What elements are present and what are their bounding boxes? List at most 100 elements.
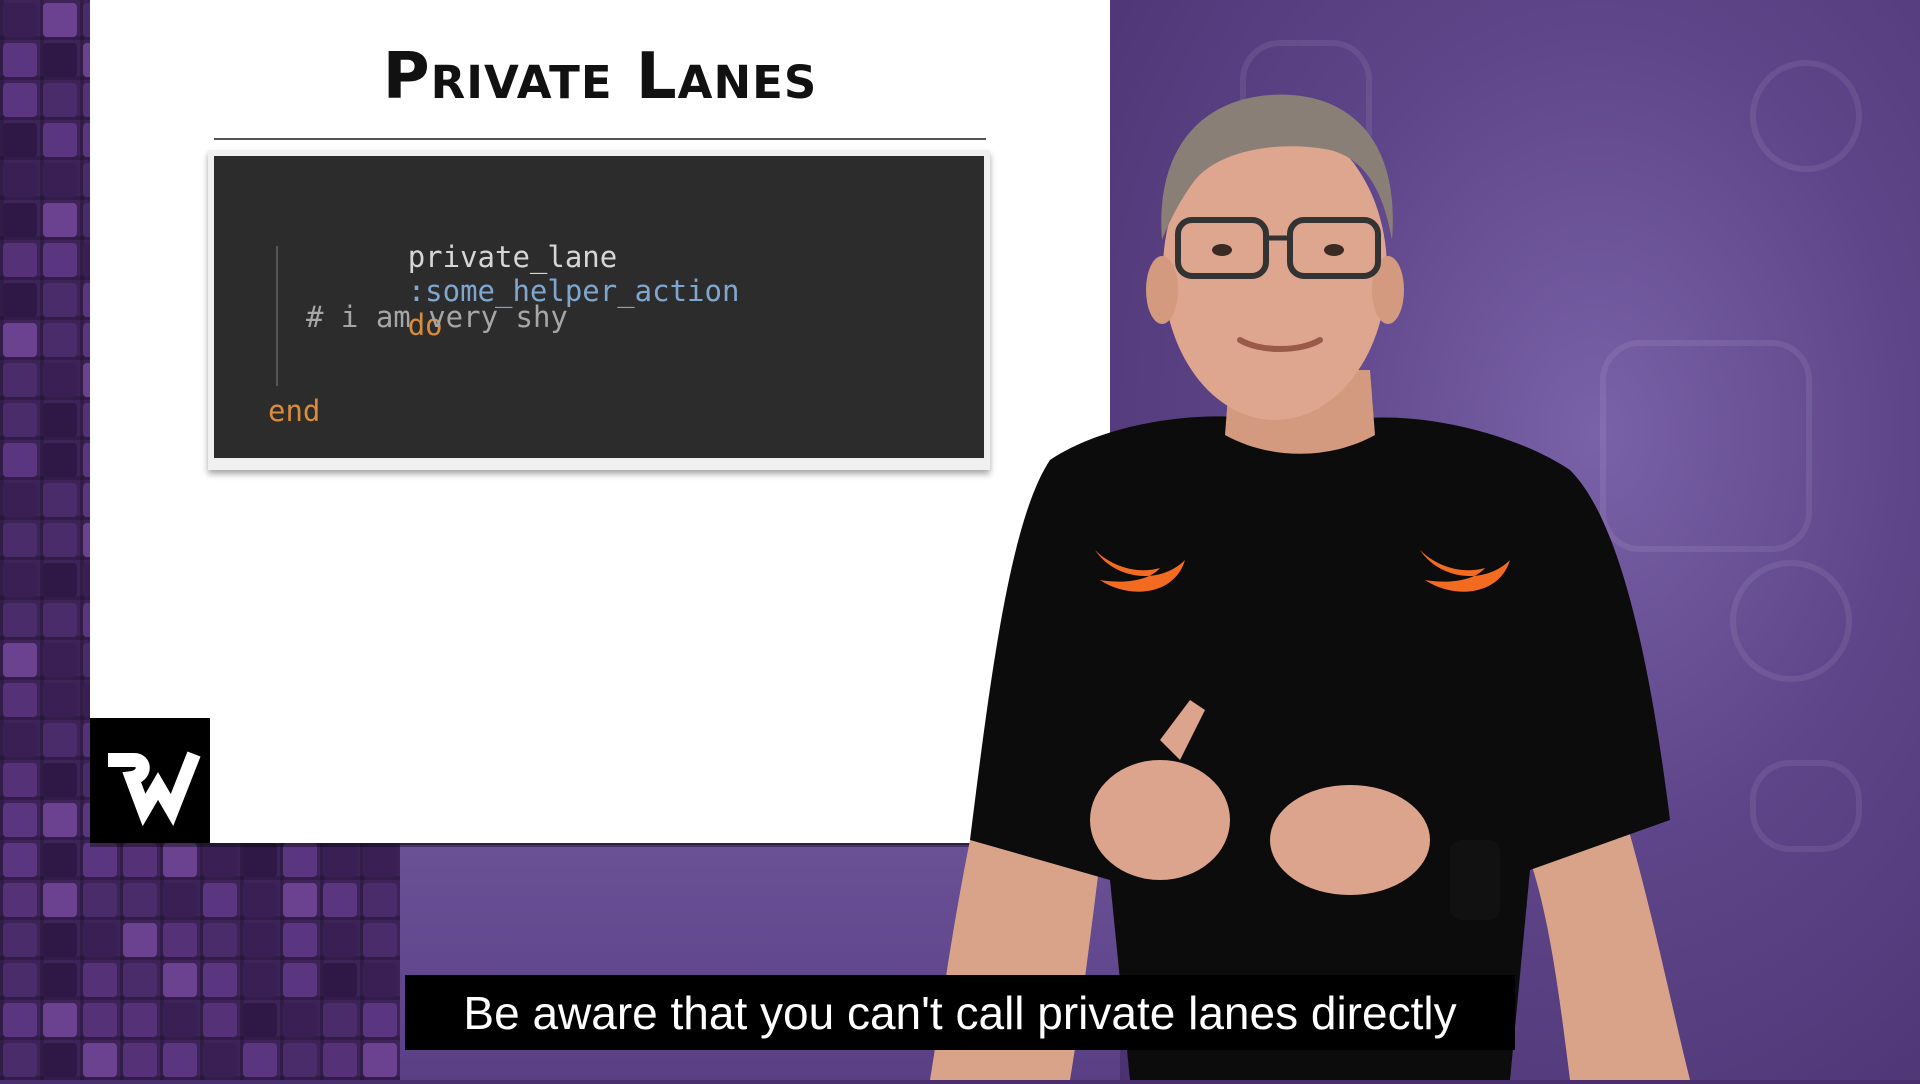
background-tile (283, 923, 317, 957)
code-keyword: private_lane (407, 240, 618, 274)
background-tile (3, 723, 37, 757)
background-tile (43, 83, 77, 117)
background-tile (123, 923, 157, 957)
indent-guide (276, 246, 278, 386)
code-end: end (268, 394, 321, 428)
background-tile (43, 523, 77, 557)
title-divider (214, 138, 986, 140)
background-tile (323, 1003, 357, 1037)
ghost-icon-3 (1730, 560, 1852, 682)
code-comment: # i am very shy (306, 300, 568, 334)
background-tile (163, 1003, 197, 1037)
background-tile (243, 923, 277, 957)
background-tile (3, 203, 37, 237)
background-tile (323, 883, 357, 917)
background-tile (43, 163, 77, 197)
background-tile (163, 843, 197, 877)
background-tile (43, 283, 77, 317)
background-tile (363, 1043, 397, 1077)
background-tile (43, 923, 77, 957)
background-tile (243, 1043, 277, 1077)
background-tile (83, 883, 117, 917)
background-tile (3, 3, 37, 37)
background-tile (163, 883, 197, 917)
background-tile (43, 1003, 77, 1037)
background-tile (43, 803, 77, 837)
background-tile (43, 683, 77, 717)
background-tile (43, 443, 77, 477)
background-tile (43, 963, 77, 997)
background-tile (43, 403, 77, 437)
background-tile (3, 163, 37, 197)
background-tile (203, 883, 237, 917)
background-tile (43, 3, 77, 37)
background-tile (363, 1003, 397, 1037)
background-tile (243, 1003, 277, 1037)
background-tile (43, 1043, 77, 1077)
background-tile (363, 883, 397, 917)
background-tile (363, 843, 397, 877)
background-tile (3, 883, 37, 917)
background-tile (203, 923, 237, 957)
ghost-icon-4 (1750, 760, 1862, 852)
background-tile (43, 603, 77, 637)
background-tile (3, 483, 37, 517)
background-tile (3, 683, 37, 717)
background-tile (163, 923, 197, 957)
background-tile (83, 1043, 117, 1077)
background-tile (3, 563, 37, 597)
background-tile (3, 963, 37, 997)
background-tile (3, 523, 37, 557)
background-tile (203, 843, 237, 877)
raywenderlich-logo-icon (90, 718, 210, 843)
background-tile (163, 963, 197, 997)
background-tile (43, 763, 77, 797)
background-tile (123, 843, 157, 877)
background-tile (283, 963, 317, 997)
background-tile (43, 203, 77, 237)
subtitle-caption: Be aware that you can't call private lan… (405, 975, 1515, 1050)
background-tile (43, 883, 77, 917)
background-tile (83, 1003, 117, 1037)
ghost-icon-2 (1750, 60, 1862, 172)
presenter (930, 40, 1710, 1080)
background-tile (363, 963, 397, 997)
background-tile (203, 1003, 237, 1037)
background-tile (123, 883, 157, 917)
background-tile (43, 723, 77, 757)
background-tile (3, 1043, 37, 1077)
background-tile (43, 483, 77, 517)
background-tile (3, 803, 37, 837)
background-tile (163, 1043, 197, 1077)
background-tile (43, 323, 77, 357)
background-tile (43, 243, 77, 277)
code-snippet-frame: private_lane :some_helper_action do # i … (208, 150, 990, 470)
background-tile (3, 1003, 37, 1037)
background-tile (203, 963, 237, 997)
background-tile (3, 363, 37, 397)
code-block: private_lane :some_helper_action do # i … (214, 156, 984, 458)
background-tile (3, 123, 37, 157)
background-tile (3, 603, 37, 637)
background-tile (43, 643, 77, 677)
background-tile (3, 403, 37, 437)
background-tile (323, 843, 357, 877)
background-tile (3, 323, 37, 357)
background-tile (323, 1043, 357, 1077)
background-tile (3, 243, 37, 277)
background-tile (83, 963, 117, 997)
background-tile (3, 283, 37, 317)
code-line-1: private_lane :some_helper_action do (268, 206, 740, 376)
background-tile (283, 883, 317, 917)
background-tile (123, 1043, 157, 1077)
background-tile (43, 43, 77, 77)
background-tile (123, 963, 157, 997)
background-tile (283, 1043, 317, 1077)
background-tile (203, 1043, 237, 1077)
background-tile (323, 923, 357, 957)
background-tile (3, 83, 37, 117)
background-tile (43, 123, 77, 157)
background-tile (283, 1003, 317, 1037)
background-tile (43, 563, 77, 597)
background-tile (43, 843, 77, 877)
